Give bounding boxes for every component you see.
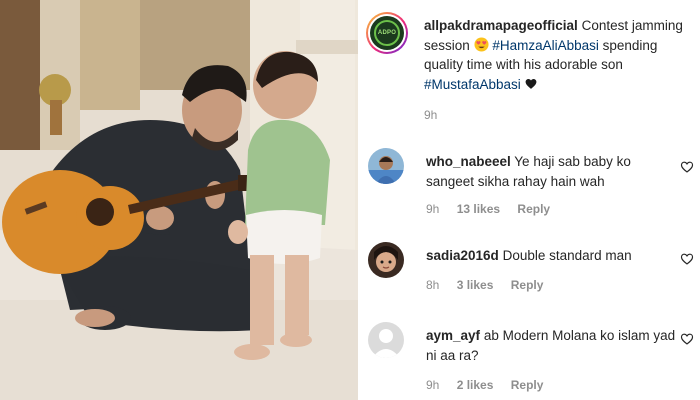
reply-button[interactable]: Reply xyxy=(511,278,544,292)
avatar-photo xyxy=(368,242,404,278)
caption-text: allpakdramapageofficial Contest jamming … xyxy=(424,16,686,94)
heart-eyes-emoji-icon xyxy=(474,36,489,52)
comment-text: who_nabeeel Ye haji sab baby ko sangeet … xyxy=(426,152,676,191)
caption-username[interactable]: allpakdramapageofficial xyxy=(424,18,578,33)
account-logo-text: ADPO xyxy=(377,30,397,36)
comment-time[interactable]: 9h xyxy=(426,202,439,216)
comment-likes[interactable]: 3 likes xyxy=(457,278,494,292)
like-heart-icon[interactable] xyxy=(680,160,694,174)
reply-button[interactable]: Reply xyxy=(517,202,550,216)
account-avatar[interactable]: ADPO xyxy=(366,12,408,54)
avatar-photo xyxy=(368,148,404,184)
comment-message: Double standard man xyxy=(502,248,632,263)
caption-hashtag-hamzaaliabbasi[interactable]: #HamzaAliAbbasi xyxy=(492,38,599,53)
account-logo-icon: ADPO xyxy=(374,20,400,46)
post-photo[interactable] xyxy=(0,0,358,400)
comments-panel: ADPO allpakdramapageofficial Contest jam… xyxy=(358,0,700,400)
caption-hashtag-mustafaabbasi[interactable]: #MustafaAbbasi xyxy=(424,77,521,92)
photo-illustration xyxy=(0,0,358,400)
comment-time[interactable]: 9h xyxy=(426,378,439,392)
comment-meta: 9h 13 likes Reply xyxy=(426,202,564,216)
caption-time[interactable]: 9h xyxy=(424,108,437,122)
comment-meta: 8h 3 likes Reply xyxy=(426,278,557,292)
like-heart-icon[interactable] xyxy=(680,332,694,346)
comment-time[interactable]: 8h xyxy=(426,278,439,292)
avatar[interactable] xyxy=(368,322,404,358)
reply-button[interactable]: Reply xyxy=(511,378,544,392)
avatar[interactable] xyxy=(368,148,404,184)
black-heart-icon xyxy=(525,78,536,89)
comment-text: aym_ayf ab Modern Molana ko islam yad ni… xyxy=(426,326,676,365)
comment-username[interactable]: sadia2016d xyxy=(426,248,499,263)
comment-likes[interactable]: 13 likes xyxy=(457,202,500,216)
like-heart-icon[interactable] xyxy=(680,252,694,266)
default-avatar-icon xyxy=(368,322,404,358)
comment-username[interactable]: who_nabeeel xyxy=(426,154,511,169)
avatar[interactable] xyxy=(368,242,404,278)
comment-text: sadia2016d Double standard man xyxy=(426,246,676,266)
comment-meta: 9h 2 likes Reply xyxy=(426,378,557,392)
comment-likes[interactable]: 2 likes xyxy=(457,378,494,392)
comment-username[interactable]: aym_ayf xyxy=(426,328,480,343)
